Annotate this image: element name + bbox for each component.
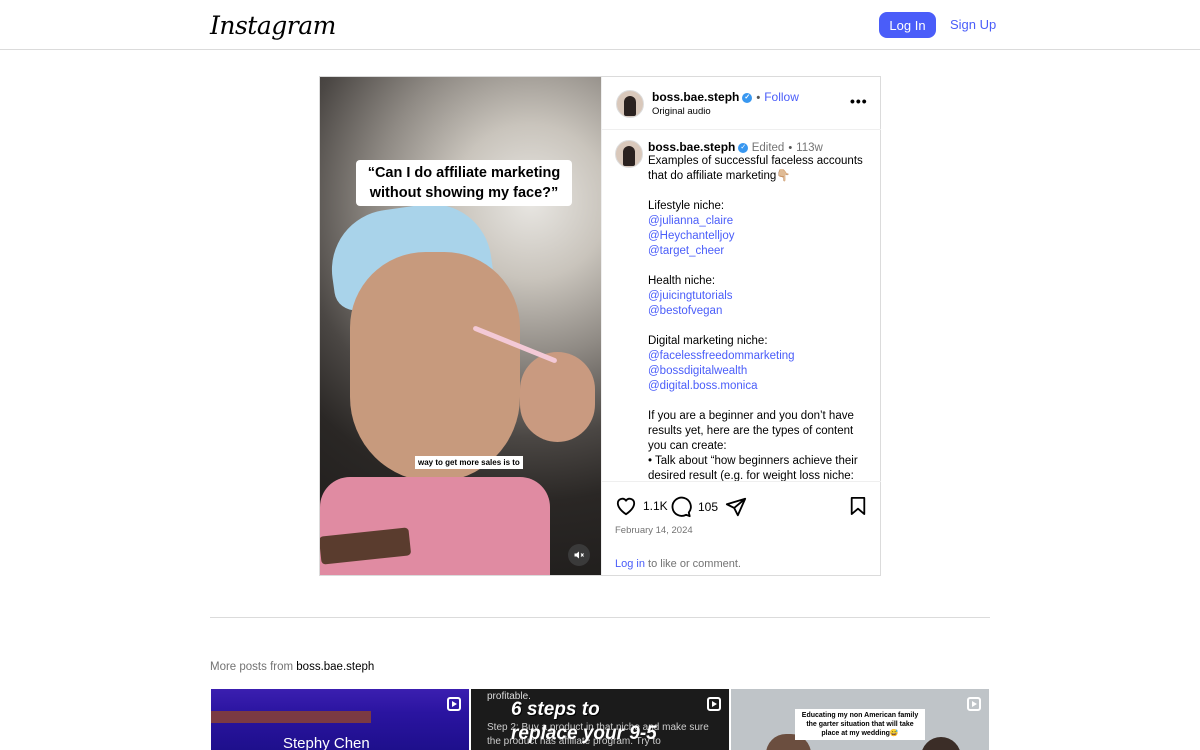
comment-body: Examples of successful faceless accounts… — [648, 154, 870, 481]
mention-link[interactable]: @Heychantelljoy — [648, 229, 870, 244]
author-username[interactable]: boss.bae.steph — [652, 90, 739, 104]
login-link[interactable]: Log in — [615, 558, 645, 570]
separator-dot: • — [788, 142, 793, 154]
signup-link[interactable]: Sign Up — [950, 17, 996, 32]
lifestyle-label: Lifestyle niche: — [648, 200, 725, 212]
comment-icon[interactable] — [670, 496, 692, 518]
digital-label: Digital marketing niche: — [648, 335, 768, 347]
login-button[interactable]: Log In — [879, 12, 936, 38]
top-bar: Instagram Log In Sign Up — [0, 0, 1200, 50]
beginner-text: If you are a beginner and you don’t have… — [648, 410, 854, 452]
share-action[interactable] — [725, 496, 747, 518]
verified-badge-icon: ✓ — [742, 92, 753, 103]
heart-icon[interactable] — [615, 496, 637, 516]
comment-intro: Examples of successful faceless accounts… — [648, 155, 863, 182]
share-icon[interactable] — [725, 496, 747, 518]
bookmark-icon[interactable] — [849, 496, 867, 516]
mention-link[interactable]: @target_cheer — [648, 244, 870, 259]
mention-link[interactable]: @bestofvegan — [648, 304, 870, 319]
post-date: February 14, 2024 — [615, 525, 693, 536]
reel-icon — [447, 697, 461, 711]
post-side-panel: boss.bae.steph ✓ • Follow Original audio ••… — [601, 77, 881, 575]
post-thumbnail[interactable]: profitable. Step 2: Buy a product in tha… — [471, 689, 729, 750]
comment-avatar[interactable] — [615, 140, 643, 168]
more-posts-username[interactable]: boss.bae.steph — [296, 661, 374, 673]
mention-link[interactable]: @digital.boss.monica — [648, 379, 870, 394]
video-frame-hand — [520, 352, 595, 442]
lifestyle-section: Lifestyle niche: @julianna_claire @Heych… — [648, 199, 870, 259]
speaker-muted-icon[interactable] — [568, 544, 590, 566]
bullet-text: • Talk about “how beginners achieve thei… — [648, 455, 858, 481]
thumbnail-title: replace your 9-5 — [511, 723, 657, 744]
original-audio-link[interactable]: Original audio — [652, 106, 711, 117]
video-frame-face — [350, 252, 520, 482]
thumbnail-banner — [211, 711, 371, 723]
more-options-icon[interactable]: ••• — [850, 93, 868, 109]
post-card: “Can I do affiliate marketing without sh… — [319, 76, 881, 576]
comment-username[interactable]: boss.bae.steph — [648, 140, 735, 154]
thumbnail-title: 6 steps to — [511, 699, 600, 720]
thumbnail-text: Stephy Chen — [283, 735, 370, 750]
post-thumbnail[interactable]: Educating my non American family the gar… — [731, 689, 989, 750]
mention-link[interactable]: @julianna_claire — [648, 214, 870, 229]
post-thumbnail[interactable]: Stephy Chen — [211, 689, 469, 750]
edited-label: Edited — [751, 142, 785, 154]
verified-badge-icon: ✓ — [738, 142, 749, 153]
instagram-logo[interactable]: Instagram — [210, 11, 336, 40]
login-prompt: Log in to like or comment. — [615, 558, 741, 570]
separator-dot: • — [756, 92, 761, 104]
section-divider — [210, 617, 990, 618]
more-posts-prefix: More posts from — [210, 661, 297, 673]
like-count: 1.1K — [643, 499, 668, 513]
comment-action[interactable]: 105 — [670, 496, 718, 518]
follow-button[interactable]: Follow — [764, 90, 799, 104]
health-label: Health niche: — [648, 275, 716, 287]
comment-header: boss.bae.steph ✓ Edited • 113w — [648, 140, 823, 154]
reel-icon — [967, 697, 981, 711]
comment-age: 113w — [796, 142, 823, 154]
thumbnail-text: Educating my non American family the gar… — [795, 709, 925, 740]
digital-section: Digital marketing niche: @facelessfreedo… — [648, 334, 870, 394]
thumbnail-person — [921, 737, 961, 750]
caption-comment: boss.bae.steph ✓ Edited • 113w Examples of … — [602, 130, 881, 481]
video-subtitle: way to get more sales is to — [415, 456, 523, 469]
video-caption-question: “Can I do affiliate marketing without sh… — [356, 160, 572, 206]
mention-link[interactable]: @juicingtutorials — [648, 289, 870, 304]
mention-link[interactable]: @bossdigitalwealth — [648, 364, 870, 379]
author-avatar[interactable] — [616, 90, 644, 118]
more-posts-heading: More posts from boss.bae.steph — [210, 661, 374, 673]
reel-icon — [707, 697, 721, 711]
mention-link[interactable]: @facelessfreedommarketing — [648, 349, 870, 364]
save-action[interactable] — [849, 496, 867, 516]
login-suffix: to like or comment. — [644, 558, 741, 570]
like-action[interactable]: 1.1K — [615, 496, 668, 516]
health-section: Health niche: @juicingtutorials @bestofv… — [648, 274, 870, 319]
reel-video[interactable]: “Can I do affiliate marketing without sh… — [320, 77, 601, 575]
author-line: boss.bae.steph ✓ • Follow — [652, 90, 799, 104]
post-header: boss.bae.steph ✓ • Follow Original audio ••… — [602, 77, 881, 130]
post-actions: 1.1K 105 February 14, 2024 Log in to lik… — [602, 481, 881, 576]
comment-count: 105 — [698, 500, 719, 514]
